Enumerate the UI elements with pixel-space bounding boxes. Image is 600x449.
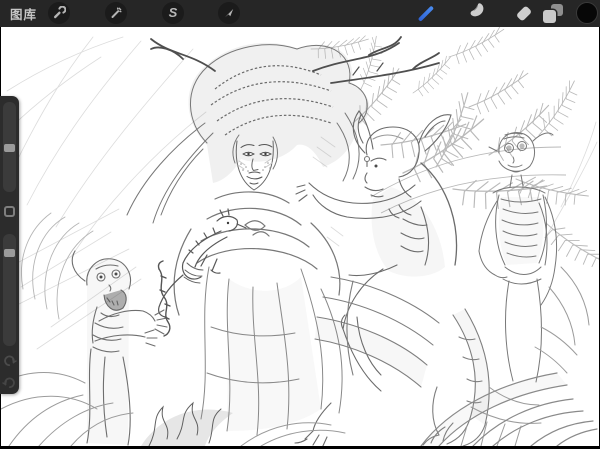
top-toolbar: 图库 S — [0, 0, 600, 27]
magic-wand-icon — [109, 6, 123, 20]
undo-arrow-icon — [2, 355, 17, 372]
selection-button[interactable]: S — [162, 2, 184, 24]
artwork-sketch — [1, 27, 599, 446]
drawing-canvas[interactable] — [1, 27, 599, 446]
brush-sidebar — [0, 96, 19, 394]
erase-tool-button[interactable] — [511, 0, 537, 27]
eraser-icon — [516, 5, 532, 21]
color-swatch[interactable] — [576, 2, 598, 24]
gallery-button[interactable]: 图库 — [10, 0, 37, 27]
modify-button[interactable] — [4, 206, 15, 217]
adjustments-button[interactable] — [105, 2, 127, 24]
redo-button[interactable] — [2, 375, 17, 390]
paint-tool-button[interactable] — [413, 0, 439, 27]
layers-button[interactable] — [540, 0, 566, 27]
brush-opacity-handle[interactable] — [4, 249, 15, 257]
paintbrush-icon — [418, 6, 434, 22]
transform-button[interactable] — [218, 2, 240, 24]
brush-opacity-slider[interactable] — [3, 234, 16, 346]
actions-button[interactable] — [48, 2, 70, 24]
wrench-icon — [52, 6, 66, 20]
selection-s-icon: S — [169, 6, 178, 19]
arrow-cursor-icon — [222, 6, 236, 20]
smudge-finger-icon — [467, 1, 487, 26]
undo-button[interactable] — [2, 353, 17, 368]
brush-size-handle[interactable] — [4, 144, 15, 152]
redo-arrow-icon — [2, 377, 17, 394]
layers-icon — [543, 4, 563, 24]
smudge-tool-button[interactable] — [464, 0, 490, 27]
brush-size-slider[interactable] — [3, 102, 16, 192]
